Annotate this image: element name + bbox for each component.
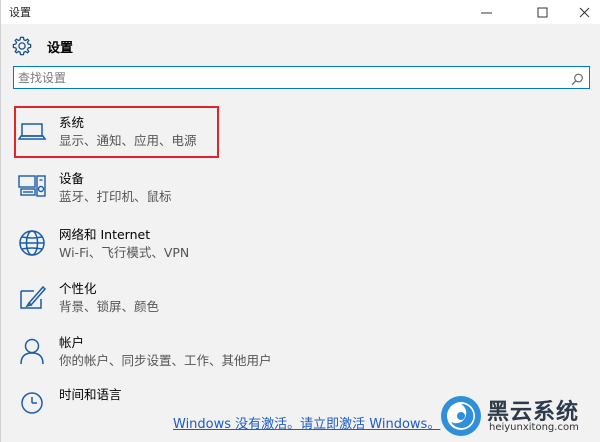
settings-item-accounts[interactable]: 帐户 你的帐户、同步设置、工作、其他用户 — [13, 328, 413, 378]
paint-icon — [17, 282, 47, 312]
settings-item-desc: 背景、锁屏、颜色 — [59, 299, 160, 314]
laptop-icon — [17, 116, 47, 146]
settings-item-label: 帐户 — [59, 335, 85, 350]
close-button[interactable] — [561, 0, 600, 24]
person-icon — [17, 336, 47, 366]
maximize-icon — [537, 7, 547, 17]
globe-icon — [17, 228, 47, 258]
site-watermark: 黑云系统 heiyunxitong.com — [433, 390, 600, 442]
close-icon — [579, 7, 589, 17]
window-title: 设置 — [9, 6, 31, 19]
settings-item-personalization[interactable]: 个性化 背景、锁屏、颜色 — [13, 274, 413, 324]
settings-header: 设置 — [11, 34, 73, 58]
minimize-button[interactable] — [463, 0, 509, 24]
settings-item-desc: 你的帐户、同步设置、工作、其他用户 — [59, 353, 272, 368]
settings-item-system[interactable]: 系统 显示、通知、应用、电源 — [13, 108, 413, 158]
watermark-url: heiyunxitong.com — [489, 422, 579, 433]
page-title: 设置 — [47, 40, 74, 56]
search-input[interactable] — [18, 68, 558, 87]
settings-item-label: 系统 — [59, 115, 85, 130]
maximize-button[interactable] — [519, 0, 565, 24]
search-box[interactable] — [13, 66, 590, 89]
search-icon[interactable] — [571, 71, 584, 86]
title-bar[interactable]: 设置 — [1, 0, 600, 24]
watermark-logo-icon — [441, 396, 481, 436]
settings-item-devices[interactable]: 设备 蓝牙、打印机、鼠标 — [13, 164, 413, 214]
settings-item-label: 设备 — [59, 171, 85, 186]
devices-icon — [17, 172, 47, 202]
settings-item-desc: 显示、通知、应用、电源 — [59, 133, 197, 148]
settings-item-desc: Wi-Fi、飞行模式、VPN — [59, 245, 190, 260]
activate-windows-link[interactable]: Windows 没有激活。请立即激活 Windows。 — [173, 413, 440, 432]
settings-item-label: 网络和 Internet — [59, 227, 151, 242]
gear-icon — [12, 36, 32, 56]
settings-item-network[interactable]: 网络和 Internet Wi-Fi、飞行模式、VPN — [13, 220, 413, 270]
settings-item-label: 个性化 — [59, 281, 97, 296]
settings-window: 设置 设置 系统 显示、通知、应用、电源 — [0, 0, 600, 442]
settings-item-desc: 蓝牙、打印机、鼠标 — [59, 189, 172, 204]
minimize-icon — [480, 12, 492, 13]
